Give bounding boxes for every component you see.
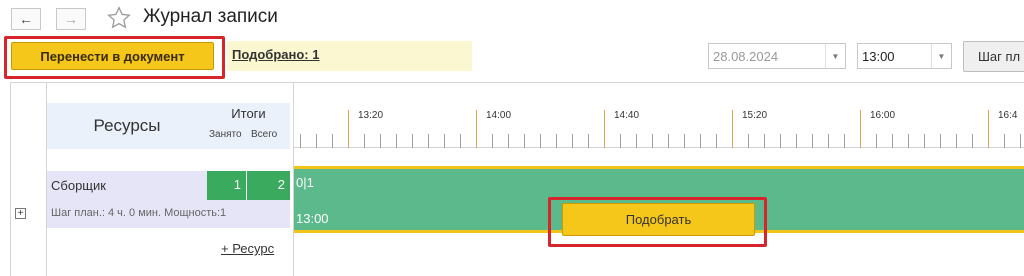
transfer-to-document-button[interactable]: Перенести в документ <box>11 42 214 70</box>
time-tick-label: 16:4 <box>998 110 1018 121</box>
time-major-tick <box>732 110 733 148</box>
time-minor-tick <box>716 134 717 148</box>
time-minor-tick <box>364 134 365 148</box>
time-minor-tick <box>444 134 445 148</box>
time-minor-tick <box>492 134 493 148</box>
time-minor-tick <box>396 134 397 148</box>
time-tick-label: 15:20 <box>742 110 768 121</box>
time-minor-tick <box>540 134 541 148</box>
time-minor-tick <box>812 134 813 148</box>
forward-button[interactable]: → <box>56 8 86 30</box>
time-tick-label: 16:00 <box>870 110 896 121</box>
bar-count-text: 0|1 <box>296 175 314 190</box>
time-tick-label: 14:00 <box>486 110 512 121</box>
total-count: 2 <box>247 171 290 200</box>
time-minor-tick <box>972 134 973 148</box>
time-minor-tick <box>620 134 621 148</box>
time-minor-tick <box>412 134 413 148</box>
time-major-tick <box>476 110 477 148</box>
arrow-right-icon: → <box>64 11 78 27</box>
time-minor-tick <box>1004 134 1005 148</box>
time-minor-tick <box>588 134 589 148</box>
resource-name[interactable]: Сборщик <box>47 171 207 200</box>
time-minor-tick <box>508 134 509 148</box>
time-minor-tick <box>556 134 557 148</box>
chevron-down-icon[interactable]: ▼ <box>931 44 951 68</box>
time-minor-tick <box>652 134 653 148</box>
time-minor-tick <box>796 134 797 148</box>
time-major-tick <box>988 110 989 148</box>
grid-left-border <box>10 82 11 276</box>
time-minor-tick <box>524 134 525 148</box>
chevron-down-icon[interactable]: ▼ <box>825 44 845 68</box>
arrow-left-icon: ← <box>19 11 33 27</box>
pick-button[interactable]: Подобрать <box>562 203 755 236</box>
time-tick-label: 13:20 <box>358 110 384 121</box>
time-minor-tick <box>332 134 333 148</box>
resource-details: Шаг план.: 4 ч. 0 мин. Мощность:1 <box>47 200 290 228</box>
time-minor-tick <box>908 134 909 148</box>
time-major-tick <box>604 110 605 148</box>
bar-start-time: 13:00 <box>296 211 329 226</box>
back-button[interactable]: ← <box>11 8 41 30</box>
step-plan-button[interactable]: Шаг пл <box>963 41 1024 72</box>
time-field[interactable]: 13:00 ▼ <box>857 43 952 69</box>
resources-header: Ресурсы <box>47 103 207 149</box>
time-minor-tick <box>316 134 317 148</box>
page-title: Журнал записи <box>143 6 278 27</box>
time-minor-tick <box>380 134 381 148</box>
time-minor-tick <box>764 134 765 148</box>
total-label: Всего <box>251 129 278 140</box>
star-outline-icon <box>107 6 131 29</box>
occupied-label: Занято <box>209 129 242 140</box>
time-minor-tick <box>668 134 669 148</box>
time-major-tick <box>348 110 349 148</box>
expand-icon[interactable]: + <box>15 208 26 219</box>
time-minor-tick <box>892 134 893 148</box>
add-resource-link[interactable]: + Ресурс <box>221 241 274 256</box>
time-minor-tick <box>780 134 781 148</box>
selected-count-link[interactable]: Подобрано: 1 <box>227 41 472 71</box>
time-minor-tick <box>428 134 429 148</box>
grid-top-border <box>10 82 1024 83</box>
time-minor-tick <box>956 134 957 148</box>
occupied-count: 1 <box>207 171 246 200</box>
totals-header: Итоги Занято Всего <box>207 103 290 149</box>
date-field[interactable]: 28.08.2024 ▼ <box>708 43 846 69</box>
time-minor-tick <box>876 134 877 148</box>
time-minor-tick <box>460 134 461 148</box>
time-minor-tick <box>700 134 701 148</box>
time-minor-tick <box>940 134 941 148</box>
favorite-button[interactable] <box>106 5 132 36</box>
time-minor-tick <box>636 134 637 148</box>
time-minor-tick <box>684 134 685 148</box>
time-major-tick <box>860 110 861 148</box>
time-scale: 13:20 14:00 14:40 15:20 16:00 16:4 <box>294 104 1024 148</box>
time-minor-tick <box>924 134 925 148</box>
time-minor-tick <box>844 134 845 148</box>
time-minor-tick <box>748 134 749 148</box>
time-minor-tick <box>572 134 573 148</box>
time-tick-label: 14:40 <box>614 110 640 121</box>
time-minor-tick <box>300 134 301 148</box>
time-minor-tick <box>1020 134 1021 148</box>
time-minor-tick <box>828 134 829 148</box>
